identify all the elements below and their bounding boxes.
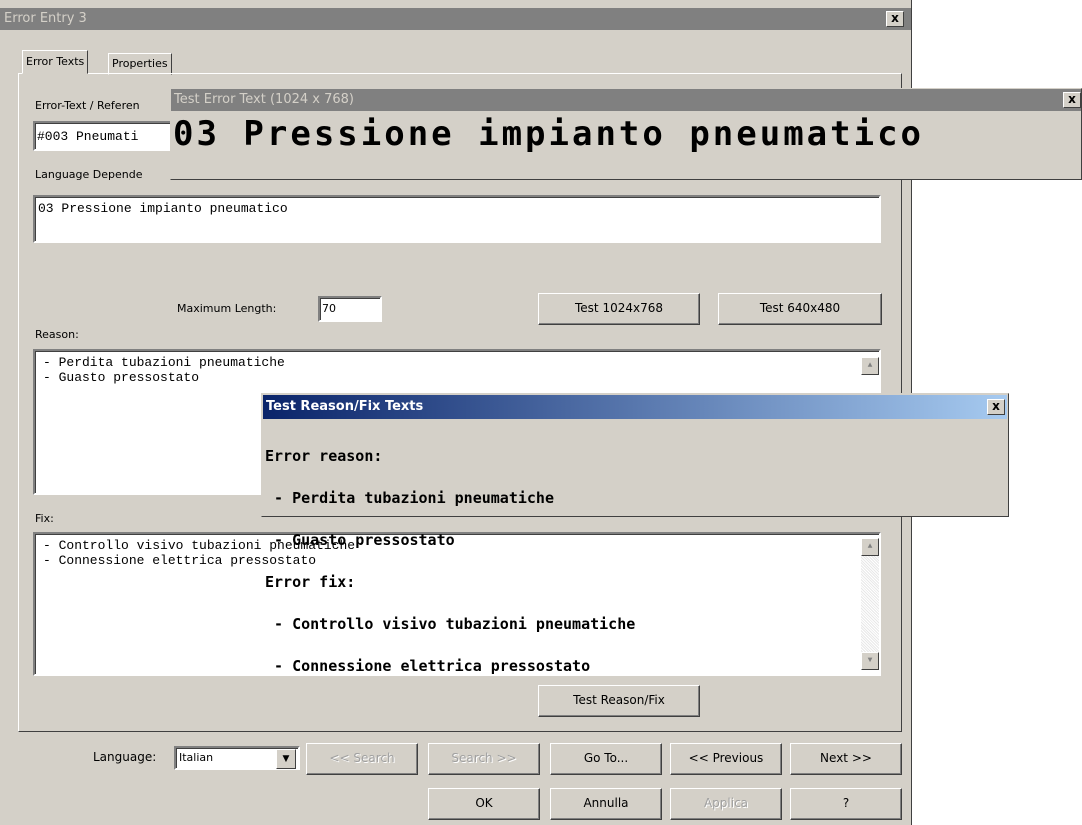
main-close-button[interactable]: x <box>886 11 904 27</box>
next-button[interactable]: Next >> <box>790 743 902 775</box>
language-select[interactable]: Italian ▼ <box>174 746 300 770</box>
max-length-label: Maximum Length: <box>177 302 277 315</box>
test-reason-line: - Connessione elettrica pressostato <box>265 657 591 675</box>
help-button[interactable]: ? <box>790 788 902 820</box>
test-error-text: 03 Pressione impianto pneumatico <box>173 114 925 154</box>
previous-button[interactable]: << Previous <box>670 743 782 775</box>
test-reason-close-button[interactable]: x <box>987 399 1005 415</box>
test-error-title-bar[interactable]: Test Error Text (1024 x 768) x <box>171 89 1081 111</box>
cancel-button[interactable]: Annulla <box>550 788 662 820</box>
test-reason-window: Test Reason/Fix Texts x Error reason: - … <box>261 393 1009 674</box>
test-reason-line: - Controllo visivo tubazioni pneumatiche <box>265 615 636 633</box>
max-length-input[interactable]: 70 <box>318 296 382 322</box>
test-reason-title-bar[interactable]: Test Reason/Fix Texts x <box>263 395 1007 419</box>
reason-line: - Perdita tubazioni pneumatiche <box>43 355 285 370</box>
chevron-down-icon[interactable]: ▼ <box>276 749 296 769</box>
search-next-button[interactable]: Search >> <box>428 743 540 775</box>
test-reason-line: Error reason: <box>265 447 383 465</box>
max-length-value: 70 <box>322 302 336 315</box>
test-reason-line: - Perdita tubazioni pneumatiche <box>265 489 554 507</box>
main-title-bar[interactable]: Error Entry 3 x <box>0 8 911 30</box>
reference-label: Error-Text / Referen <box>35 99 140 112</box>
main-title: Error Entry 3 <box>4 11 87 26</box>
test-reason-text: Error reason: - Perdita tubazioni pneuma… <box>265 421 635 701</box>
reason-scroll-up-icon[interactable]: ▲ <box>861 357 879 375</box>
fix-scroll-up-icon[interactable]: ▲ <box>861 538 879 556</box>
tab-error-texts[interactable]: Error Texts <box>22 50 89 74</box>
language-dependent-label: Language Depende <box>35 168 143 181</box>
fix-label: Fix: <box>35 512 54 525</box>
test-640-button[interactable]: Test 640x480 <box>718 293 882 325</box>
reference-value: #003 Pneumati <box>37 129 139 144</box>
fix-scrollbar-track[interactable] <box>861 540 879 668</box>
search-prev-button[interactable]: << Search <box>306 743 418 775</box>
test-error-title: Test Error Text (1024 x 768) <box>174 92 354 107</box>
test-reason-line: Error fix: <box>265 573 356 591</box>
test-error-window: Test Error Text (1024 x 768) x 03 Pressi… <box>170 88 1082 180</box>
ok-button[interactable]: OK <box>428 788 540 820</box>
reference-field[interactable]: #003 Pneumati <box>33 121 183 151</box>
reason-label: Reason: <box>35 328 79 341</box>
tab-properties[interactable]: Properties <box>108 53 172 75</box>
reason-line: - Guasto pressostato <box>43 370 200 385</box>
language-select-value: Italian <box>179 751 214 764</box>
test-reason-title: Test Reason/Fix Texts <box>266 399 424 414</box>
language-text: 03 Pressione impianto pneumatico <box>38 201 288 216</box>
language-text-field[interactable]: 03 Pressione impianto pneumatico <box>33 195 881 243</box>
test-error-close-button[interactable]: x <box>1063 92 1081 108</box>
fix-scroll-down-icon[interactable]: ▼ <box>861 652 879 670</box>
test-1024-button[interactable]: Test 1024x768 <box>538 293 700 325</box>
language-label: Language: <box>93 750 157 764</box>
apply-button[interactable]: Applica <box>670 788 782 820</box>
test-reason-line: - Guasto pressostato <box>265 531 455 549</box>
goto-button[interactable]: Go To... <box>550 743 662 775</box>
